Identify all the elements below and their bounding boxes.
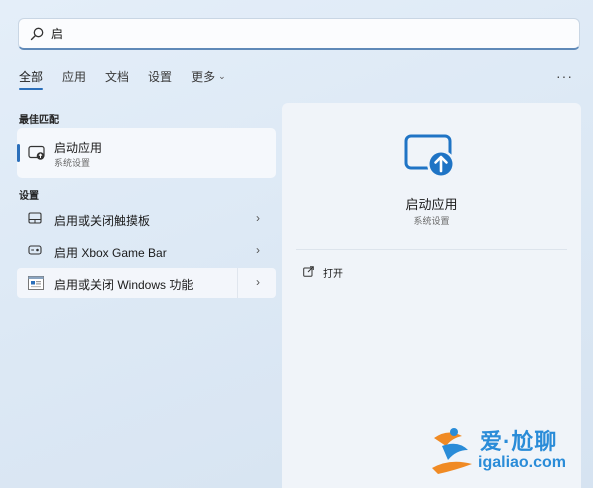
- chevron-right-icon: ›: [256, 211, 260, 225]
- settings-item-windows-features[interactable]: 启用或关闭 Windows 功能 ›: [17, 268, 276, 298]
- open-action[interactable]: 打开: [303, 265, 343, 280]
- open-label: 打开: [323, 269, 343, 280]
- tab-settings[interactable]: 设置: [148, 68, 172, 90]
- best-match-subtitle: 系统设置: [54, 158, 91, 168]
- best-match-result[interactable]: 启动应用 系统设置: [17, 128, 276, 178]
- search-box[interactable]: [18, 18, 580, 50]
- details-title: 启动应用: [405, 197, 458, 212]
- more-options-button[interactable]: ···: [556, 68, 573, 84]
- divider: [296, 249, 567, 250]
- ellipsis-icon: ···: [556, 68, 573, 84]
- settings-item-label: 启用或关闭触摸板: [54, 214, 151, 228]
- watermark: 爱·尬聊 igaliao.com: [428, 422, 588, 482]
- settings-item-label: 启用 Xbox Game Bar: [54, 246, 167, 260]
- startup-apps-large-icon: [403, 133, 459, 184]
- watermark-domain: igaliao.com: [478, 454, 567, 471]
- settings-header: 设置: [19, 191, 39, 202]
- best-match-header: 最佳匹配: [19, 115, 59, 126]
- tab-more[interactable]: 更多 ⌄: [191, 68, 226, 90]
- settings-item-label: 启用或关闭 Windows 功能: [54, 278, 194, 292]
- chevron-right-icon: ›: [256, 275, 260, 289]
- search-icon: [29, 26, 45, 42]
- search-input[interactable]: [51, 26, 531, 41]
- filter-tabs: 全部 应用 文档 设置 更多 ⌄: [19, 68, 245, 90]
- game-bar-icon: [28, 244, 42, 259]
- windows-features-icon: [28, 276, 44, 293]
- chevron-right-icon: ›: [256, 243, 260, 257]
- watermark-title: 爱·尬聊: [480, 429, 558, 454]
- startup-apps-icon: [28, 145, 46, 164]
- details-subtitle: 系统设置: [413, 216, 450, 226]
- tab-all[interactable]: 全部: [19, 68, 44, 90]
- touchpad-icon: [28, 212, 42, 227]
- chevron-down-icon: ⌄: [218, 71, 226, 81]
- settings-item-game-bar[interactable]: 启用 Xbox Game Bar ›: [17, 236, 276, 266]
- best-match-title: 启动应用: [54, 141, 103, 155]
- open-external-icon: [303, 265, 314, 280]
- settings-item-touchpad[interactable]: 启用或关闭触摸板 ›: [17, 204, 276, 234]
- tab-apps[interactable]: 应用: [62, 68, 86, 90]
- selection-indicator: [17, 144, 20, 162]
- tab-documents[interactable]: 文档: [105, 68, 129, 90]
- tab-more-label: 更多: [191, 70, 216, 84]
